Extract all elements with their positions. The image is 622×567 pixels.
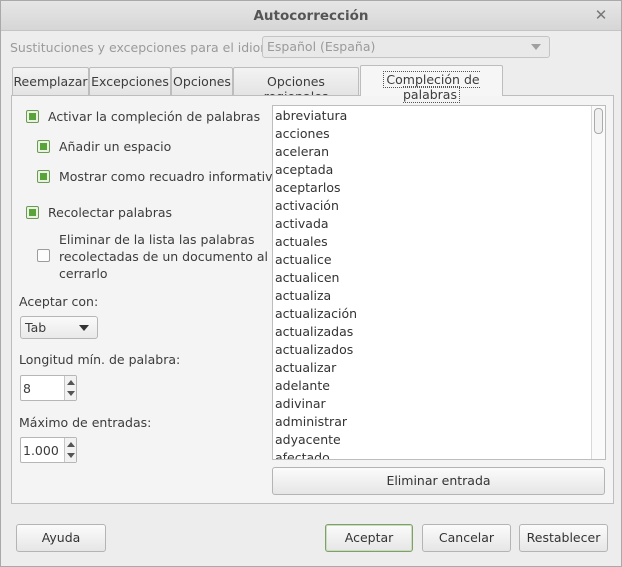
collect-words-label: Recolectar palabras bbox=[48, 205, 173, 220]
cancel-button[interactable]: Cancelar bbox=[422, 524, 511, 552]
tab-label: Opciones bbox=[173, 74, 231, 89]
accept-with-label: Aceptar con: bbox=[19, 294, 99, 309]
list-item[interactable]: adelante bbox=[274, 377, 357, 395]
list-item[interactable]: actualizar bbox=[274, 359, 357, 377]
increment-icon[interactable] bbox=[67, 442, 75, 447]
help-button[interactable]: Ayuda bbox=[16, 524, 106, 552]
ok-button[interactable]: Aceptar bbox=[325, 524, 413, 552]
max-entries-value: 1.000 bbox=[23, 443, 59, 458]
list-item[interactable]: actualice bbox=[274, 251, 357, 269]
word-items: abreviatura acciones aceleran aceptada acept… bbox=[274, 107, 357, 459]
collect-words-checkbox[interactable] bbox=[26, 206, 39, 219]
remove-on-close-label-line3: cerrarlo bbox=[59, 266, 108, 281]
language-select-value: Español (España) bbox=[267, 39, 376, 54]
list-item[interactable]: adyacente bbox=[274, 431, 357, 449]
vertical-scrollbar[interactable] bbox=[591, 106, 605, 459]
enable-completion-label: Activar la compleción de palabras bbox=[48, 109, 261, 124]
tab-label: Reemplazar bbox=[13, 74, 88, 89]
language-label: Sustituciones y excepciones para el idio… bbox=[10, 40, 285, 55]
show-as-tip-label: Mostrar como recuadro informativo bbox=[59, 169, 281, 184]
list-item[interactable]: actualizadas bbox=[274, 323, 357, 341]
list-item[interactable]: afectado bbox=[274, 449, 357, 459]
tab-label: Excepciones bbox=[91, 74, 169, 89]
min-length-stepper[interactable]: 8 bbox=[20, 375, 77, 401]
list-item[interactable]: aceptada bbox=[274, 161, 357, 179]
list-item[interactable]: adivinar bbox=[274, 395, 357, 413]
tab-opciones-regionales[interactable]: Opciones regionales bbox=[233, 67, 359, 104]
list-item[interactable]: aceleran bbox=[274, 143, 357, 161]
min-length-label: Longitud mín. de palabra: bbox=[19, 352, 181, 367]
window-title: Autocorrección bbox=[253, 8, 369, 24]
list-item[interactable]: actualizados bbox=[274, 341, 357, 359]
max-entries-stepper[interactable]: 1.000 bbox=[20, 437, 77, 463]
chevron-down-icon bbox=[79, 325, 89, 331]
list-item[interactable]: aceptarlos bbox=[274, 179, 357, 197]
remove-on-close-label-line2: recolectadas de un documento al bbox=[59, 249, 268, 264]
close-icon[interactable]: ✕ bbox=[593, 6, 609, 24]
show-as-tip-checkbox[interactable] bbox=[37, 170, 50, 183]
remove-on-close-checkbox[interactable] bbox=[37, 249, 50, 262]
delete-entry-button[interactable]: Eliminar entrada bbox=[272, 467, 605, 495]
tab-complecion-de-palabras[interactable]: Compleción de palabras bbox=[360, 65, 503, 103]
append-space-label: Añadir un espacio bbox=[59, 139, 172, 154]
collected-words-list[interactable]: abreviatura acciones aceleran aceptada acept… bbox=[272, 105, 606, 460]
append-space-checkbox[interactable] bbox=[37, 140, 50, 153]
autocorrect-dialog: Autocorrección ✕ Sustituciones y excepci… bbox=[0, 0, 622, 567]
min-length-value: 8 bbox=[23, 381, 31, 396]
stepper-buttons[interactable] bbox=[64, 438, 76, 462]
tab-opciones[interactable]: Opciones bbox=[171, 67, 233, 96]
list-item[interactable]: actualicen bbox=[274, 269, 357, 287]
remove-on-close-label-line1: Eliminar de la lista las palabras bbox=[59, 232, 255, 247]
tab-reemplazar[interactable]: Reemplazar bbox=[12, 67, 89, 96]
list-item[interactable]: actualiza bbox=[274, 287, 357, 305]
list-item[interactable]: actuales bbox=[274, 233, 357, 251]
chevron-down-icon bbox=[531, 44, 541, 50]
list-item[interactable]: activación bbox=[274, 197, 357, 215]
enable-completion-checkbox[interactable] bbox=[26, 110, 39, 123]
word-completion-panel: Activar la compleción de palabras Añadir… bbox=[11, 95, 614, 504]
list-item[interactable]: abreviatura bbox=[274, 107, 357, 125]
accept-with-value: Tab bbox=[25, 320, 47, 335]
accept-with-select[interactable]: Tab bbox=[20, 316, 98, 339]
language-select[interactable]: Español (España) bbox=[262, 36, 550, 58]
title-bar: Autocorrección ✕ bbox=[1, 1, 621, 31]
tab-excepciones[interactable]: Excepciones bbox=[89, 67, 171, 96]
list-item[interactable]: administrar bbox=[274, 413, 357, 431]
list-item[interactable]: actualización bbox=[274, 305, 357, 323]
list-item[interactable]: activada bbox=[274, 215, 357, 233]
max-entries-label: Máximo de entradas: bbox=[19, 415, 152, 430]
increment-icon[interactable] bbox=[67, 380, 75, 385]
decrement-icon[interactable] bbox=[67, 391, 75, 396]
reset-button[interactable]: Restablecer bbox=[519, 524, 608, 552]
decrement-icon[interactable] bbox=[67, 453, 75, 458]
stepper-buttons[interactable] bbox=[64, 376, 76, 400]
language-row: Sustituciones y excepciones para el idio… bbox=[10, 36, 550, 58]
list-item[interactable]: acciones bbox=[274, 125, 357, 143]
scrollbar-thumb[interactable] bbox=[594, 108, 603, 134]
